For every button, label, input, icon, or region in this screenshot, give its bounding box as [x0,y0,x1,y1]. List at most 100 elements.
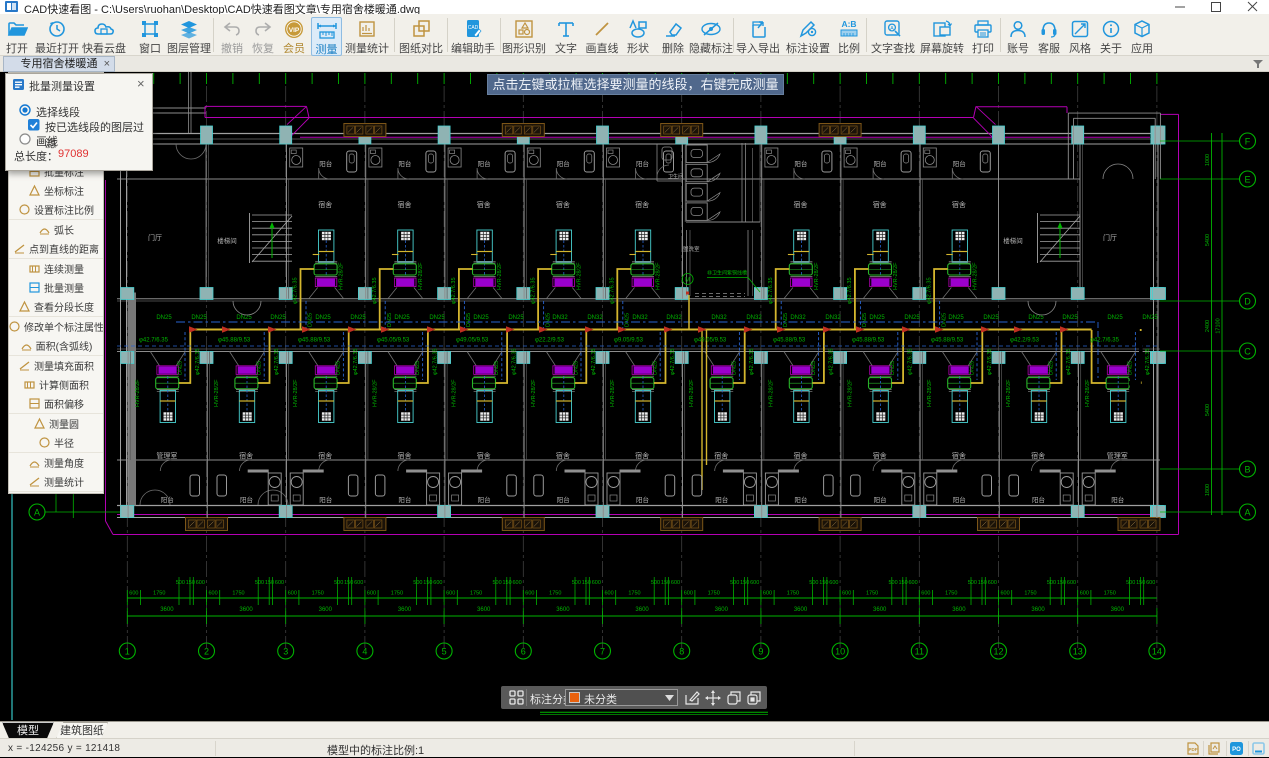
svg-text:9: 9 [758,647,763,657]
svg-text:DN25: DN25 [191,315,207,321]
svg-text:600: 600 [1067,580,1076,586]
svg-text:3600: 3600 [794,607,808,613]
svg-text:600: 600 [354,580,363,586]
svg-text:17100: 17100 [1216,318,1222,333]
svg-text:10: 10 [835,647,845,657]
svg-text:阳台: 阳台 [794,159,807,168]
svg-text:φ45.88/9.53: φ45.88/9.53 [298,338,331,344]
svg-text:DN32: DN32 [632,315,648,321]
svg-text:B: B [1244,465,1250,475]
svg-text:DN32: DN32 [587,315,603,321]
svg-text:600: 600 [525,591,534,597]
svg-text:宿舍: 宿舍 [1031,451,1045,460]
svg-text:12: 12 [993,647,1003,657]
svg-text:600: 600 [988,580,997,586]
svg-text:600: 600 [129,591,138,597]
svg-text:600: 600 [209,591,218,597]
svg-text:φ9.05/9.53: φ9.05/9.53 [614,338,644,344]
svg-text:600: 600 [605,591,614,597]
svg-text:宿舍: 宿舍 [873,451,887,460]
svg-text:DN32: DN32 [552,315,568,321]
svg-text:A: A [890,26,894,32]
svg-text:C: C [1244,347,1251,357]
svg-text:DN25: DN25 [1142,315,1158,321]
svg-text:500: 500 [1126,580,1135,586]
svg-text:PDF: PDF [1189,747,1198,752]
svg-text:DN25: DN25 [236,315,252,321]
svg-text:盥洗室: 盥洗室 [683,245,700,253]
svg-text:宿舍: 宿舍 [635,451,649,460]
svg-text:楼梯间: 楼梯间 [217,236,237,245]
svg-text:600: 600 [1080,591,1089,597]
svg-text:φ45.88/9.53: φ45.88/9.53 [773,338,806,344]
svg-text:阳台: 阳台 [794,495,807,504]
svg-text:600: 600 [750,580,759,586]
svg-text:600: 600 [513,580,522,586]
svg-text:阳台: 阳台 [874,159,887,168]
svg-text:阳台: 阳台 [874,495,887,504]
svg-text:DN25: DN25 [394,315,410,321]
svg-text:阳台: 阳台 [478,495,491,504]
svg-text:阳台: 阳台 [1111,495,1124,504]
svg-text:φ22.2/9.53: φ22.2/9.53 [535,338,565,344]
svg-text:500: 500 [730,580,739,586]
svg-text:500: 500 [968,580,977,586]
svg-text:150: 150 [1136,580,1145,586]
svg-text:3600: 3600 [556,607,570,613]
svg-text:500: 500 [889,580,898,586]
svg-text:CAD: CAD [468,25,479,31]
svg-text:φ45.88/9.53: φ45.88/9.53 [852,338,885,344]
svg-text:3600: 3600 [239,607,253,613]
svg-text:宿舍: 宿舍 [714,451,728,460]
svg-text:1750: 1750 [232,591,244,597]
svg-text:3: 3 [283,647,288,657]
svg-text:600: 600 [763,591,772,597]
svg-text:DN25: DN25 [869,315,885,321]
svg-text:1750: 1750 [628,591,640,597]
svg-text:1750: 1750 [391,591,403,597]
svg-text:150: 150 [1057,580,1066,586]
svg-text:500: 500 [651,580,660,586]
svg-text:1750: 1750 [1024,591,1036,597]
svg-text:φ45.05/9.53: φ45.05/9.53 [377,338,410,344]
svg-text:500: 500 [572,580,581,586]
svg-text:2400: 2400 [1205,320,1211,332]
svg-text:3600: 3600 [160,607,174,613]
svg-text:500: 500 [1047,580,1056,586]
svg-text:宿舍: 宿舍 [794,200,808,209]
svg-text:宿舍: 宿舍 [873,200,887,209]
svg-text:M: M [685,278,690,284]
svg-text:600: 600 [1001,591,1010,597]
svg-text:卫生间: 卫生间 [668,173,683,180]
svg-text:φ49.05/9.53: φ49.05/9.53 [456,338,489,344]
svg-text:3600: 3600 [873,607,887,613]
svg-text:8: 8 [679,647,684,657]
svg-text:阳台: 阳台 [715,495,728,504]
svg-text:1800: 1800 [1205,484,1211,496]
svg-text:600: 600 [1146,580,1155,586]
svg-text:3600: 3600 [477,607,491,613]
svg-text:宿舍: 宿舍 [239,451,253,460]
svg-text:600: 600 [684,591,693,597]
svg-text:600: 600 [433,580,442,586]
svg-text:宿舍: 宿舍 [794,451,808,460]
svg-text:宿舍: 宿舍 [318,451,332,460]
svg-text:1750: 1750 [787,591,799,597]
svg-text:1750: 1750 [549,591,561,597]
svg-text:DN25: DN25 [270,315,286,321]
svg-text:E: E [1244,175,1250,185]
svg-text:14: 14 [1152,647,1162,657]
svg-text:阳台: 阳台 [557,159,570,168]
svg-text:非卫生间紫铜线槽: 非卫生间紫铜线槽 [707,270,747,277]
svg-text:DN25: DN25 [983,315,999,321]
svg-text:5400: 5400 [1205,234,1211,246]
svg-text:500: 500 [176,580,185,586]
svg-text:1000: 1000 [1205,154,1211,166]
svg-text:500: 500 [493,580,502,586]
svg-text:阳台: 阳台 [953,495,966,504]
svg-text:阳台: 阳台 [319,159,332,168]
svg-text:600: 600 [367,591,376,597]
svg-text:600: 600 [196,580,205,586]
svg-text:150: 150 [186,580,195,586]
svg-text:阳台: 阳台 [398,495,411,504]
